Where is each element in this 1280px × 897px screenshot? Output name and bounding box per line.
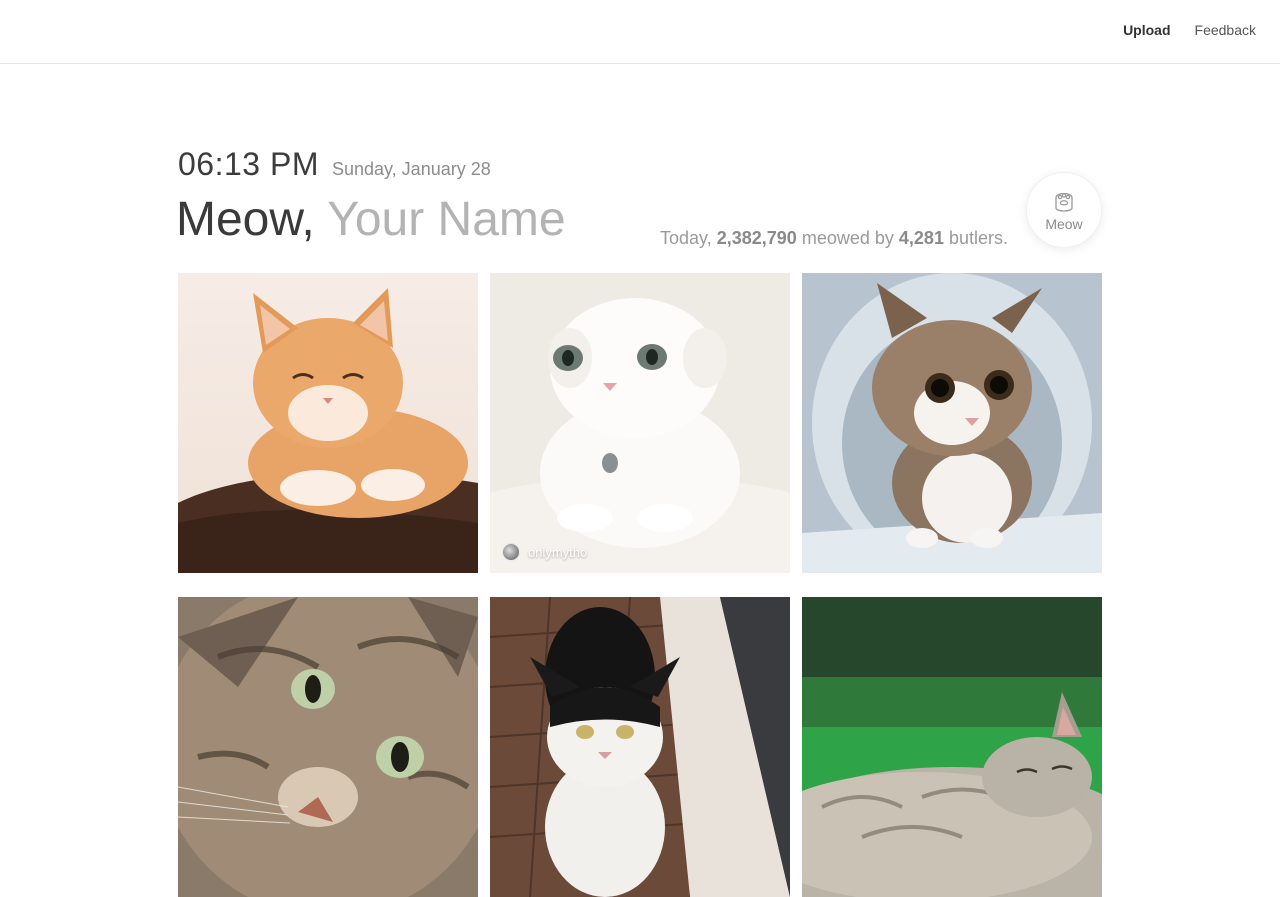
upload-link[interactable]: Upload: [1123, 22, 1170, 38]
paw-icon: [1055, 192, 1073, 212]
stats-suffix: butlers.: [948, 228, 1008, 248]
meow-button[interactable]: Meow: [1026, 172, 1102, 248]
meow-button-label: Meow: [1045, 216, 1083, 232]
credit-username: onlymytho: [528, 544, 588, 560]
top-nav: Upload Feedback: [1123, 22, 1256, 38]
tabby-closeup-photo: [178, 597, 478, 897]
stats-middle: meowed by: [801, 228, 894, 248]
photo-tile[interactable]: [802, 273, 1102, 573]
orange-cat-photo: [178, 273, 478, 573]
stats-prefix: Today,: [660, 228, 712, 248]
butler-count: 4,281: [898, 228, 944, 248]
black-white-cat-photo: [490, 597, 790, 897]
greeting-prefix: Meow,: [176, 193, 315, 246]
feedback-link[interactable]: Feedback: [1195, 22, 1256, 38]
clock-row: 06:13 PM Sunday, January 28: [178, 146, 491, 183]
photo-grid: onlymytho: [178, 273, 1102, 897]
greeting-heading: Meow, Your Name: [176, 192, 566, 247]
white-kitten-photo: [490, 273, 790, 573]
clock-time: 06:13 PM: [178, 146, 319, 182]
clock-date: Sunday, January 28: [331, 159, 491, 179]
meow-stats: Today, 2,382,790 meowed by 4,281 butlers…: [660, 228, 1008, 249]
photo-tile[interactable]: [178, 597, 478, 897]
name-field[interactable]: Your Name: [327, 193, 565, 246]
top-bar: Upload Feedback: [0, 0, 1280, 64]
photo-tile[interactable]: [490, 597, 790, 897]
meow-count: 2,382,790: [716, 228, 797, 248]
sleeping-cat-photo: [802, 597, 1102, 897]
credit-avatar: [502, 543, 520, 561]
photo-tile[interactable]: [178, 273, 478, 573]
photo-tile[interactable]: [802, 597, 1102, 897]
photo-credit[interactable]: onlymytho: [502, 543, 587, 561]
tunnel-cat-photo: [802, 273, 1102, 573]
photo-tile[interactable]: onlymytho: [490, 273, 790, 573]
